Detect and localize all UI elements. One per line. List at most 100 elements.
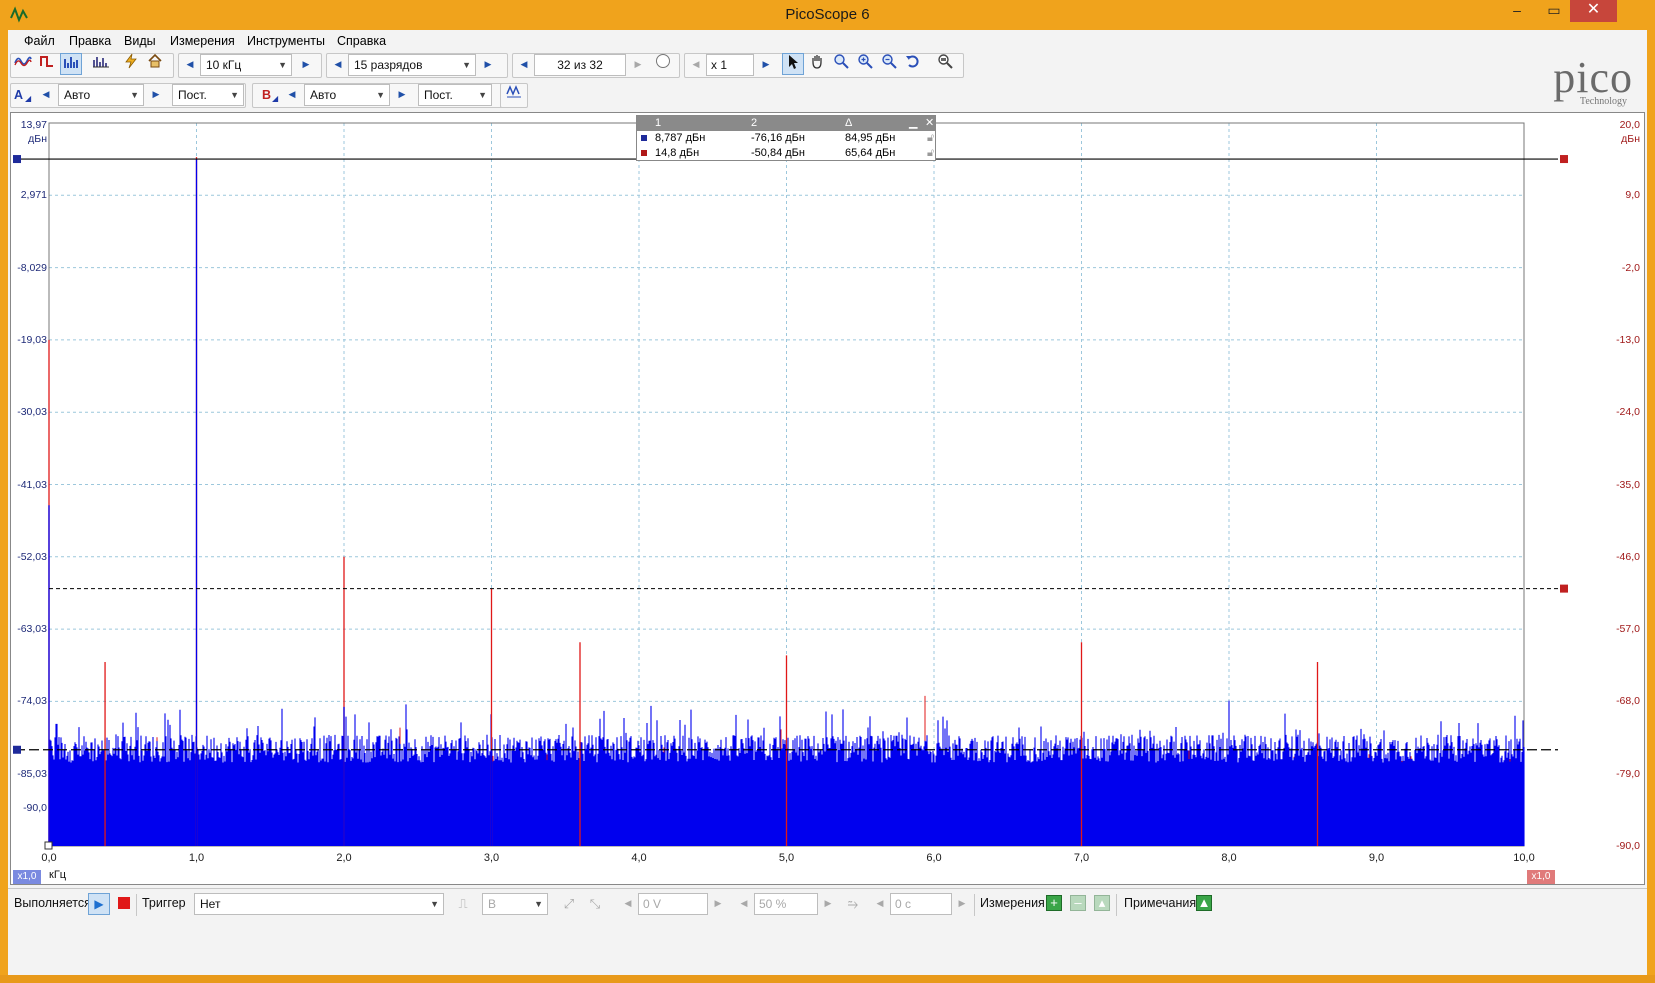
menu-tools[interactable]: Инструменты [247, 34, 325, 48]
left-axis-tick-label: -90,0 [23, 802, 47, 814]
right-axis-tick-label: -46,0 [1616, 550, 1640, 563]
delay-prev-button[interactable]: ◀ [872, 893, 888, 913]
ruler-2-value-a: -76,16 дБн [751, 132, 805, 144]
close-window-button[interactable]: ✕ [1570, 0, 1617, 22]
trigger-level-field[interactable]: 0 V [638, 893, 708, 915]
logo-subtitle: Technology [1579, 96, 1627, 107]
zoom-out-icon[interactable] [878, 53, 900, 75]
channel-a-scale-tag[interactable]: x1,0 [13, 870, 41, 884]
spectrum-view-icon[interactable] [90, 53, 112, 75]
pretrigger-next-button[interactable]: ▶ [820, 893, 836, 913]
channel-b-options-icon[interactable]: ◢ [272, 94, 278, 103]
left-axis-tick-label: -63,03 [17, 623, 47, 636]
freq-range-select[interactable]: 10 кГц ▼ [200, 54, 292, 76]
ruler-legend[interactable]: 1 2 Δ ▁ ✕ 8,787 дБн -76,16 дБн 84,95 дБн… [636, 115, 936, 161]
chevron-down-icon: ▼ [130, 90, 139, 100]
resolution-next-button[interactable]: ▶ [480, 54, 496, 74]
channel-b-range-prev[interactable]: ◀ [284, 84, 300, 104]
zoom-factor-field[interactable]: x 1 [706, 54, 754, 76]
persistence-mode-icon[interactable] [36, 53, 58, 75]
hand-tool-icon[interactable] [806, 53, 828, 75]
buffer-index-field[interactable]: 32 из 32 [534, 54, 626, 76]
channel-b-label[interactable]: B [262, 88, 271, 102]
freq-range-next-button[interactable]: ▶ [298, 54, 314, 74]
trigger-delay-field[interactable]: 0 с [890, 893, 952, 915]
zoom-prev-button[interactable]: ◀ [688, 54, 704, 74]
window-title: PicoScope 6 [785, 6, 870, 23]
channel-a-options-icon[interactable]: ◢ [25, 94, 31, 103]
freq-range-prev-button[interactable]: ◀ [182, 54, 198, 74]
pretrigger-field[interactable]: 50 % [754, 893, 818, 915]
add-measurement-icon[interactable]: + [1046, 895, 1062, 911]
menu-views[interactable]: Виды [124, 34, 156, 48]
resolution-prev-button[interactable]: ◀ [330, 54, 346, 74]
buffer-navigator-icon[interactable] [652, 53, 674, 75]
pointer-tool-icon[interactable] [782, 53, 804, 75]
notes-label: Примечания [1124, 896, 1197, 910]
channel-a-range-prev[interactable]: ◀ [38, 84, 54, 104]
rising-edge-icon[interactable]: ⤢ [558, 893, 580, 915]
channel-a-range-value: Авто [64, 88, 91, 102]
channel-a-range-select[interactable]: Авто ▼ [58, 84, 144, 106]
zoom-region-icon[interactable] [830, 53, 852, 75]
ruler-handle-right-2 [1560, 584, 1568, 593]
channel-b-range-next[interactable]: ▶ [394, 84, 410, 104]
maximize-button[interactable]: ▭ [1538, 0, 1570, 22]
trigger-source-select[interactable]: B ▼ [482, 893, 548, 915]
signal-generator-icon[interactable] [503, 83, 525, 105]
right-axis-unit: дБн [1621, 133, 1640, 145]
minimize-button[interactable]: – [1501, 0, 1533, 22]
close-legend-icon[interactable]: ✕ [921, 116, 934, 131]
level-next-button[interactable]: ▶ [710, 893, 726, 913]
right-axis-tick-label: -57,0 [1616, 623, 1640, 636]
lock-icon[interactable]: 🔓︎ [923, 146, 934, 161]
channel-a-coupling-select[interactable]: Пост. ▼ [172, 84, 244, 106]
delay-next-button[interactable]: ▶ [954, 893, 970, 913]
lock-icon[interactable]: 🔓︎ [923, 131, 934, 146]
channel-a-label[interactable]: A [14, 88, 23, 102]
spectrum-view[interactable]: 13,97 2,971 -8,029 -19,03 -30,03 -41,03 -52,03… [10, 112, 1645, 885]
menu-measurements[interactable]: Измерения [170, 34, 235, 48]
falling-edge-icon[interactable]: ⤡ [584, 893, 606, 915]
left-axis-tick-label: -8,029 [17, 261, 47, 274]
channel-b-scale-tag[interactable]: x1,0 [1527, 870, 1555, 884]
left-axis-tick-label: 13,97 [20, 119, 47, 131]
channel-b-swatch [641, 150, 647, 156]
menu-edit[interactable]: Правка [69, 34, 111, 48]
auto-setup-icon[interactable] [120, 53, 142, 75]
chevron-down-icon: ▼ [462, 60, 471, 70]
scope-mode-icon[interactable] [12, 53, 34, 75]
pretrigger-prev-button[interactable]: ◀ [736, 893, 752, 913]
notes-toggle-icon[interactable]: ▲ [1196, 895, 1212, 911]
menu-help[interactable]: Справка [337, 34, 386, 48]
channel-b-range-select[interactable]: Авто ▼ [304, 84, 390, 106]
ruler-legend-header[interactable]: 1 2 Δ ▁ ✕ [637, 116, 935, 131]
delete-measurement-icon[interactable]: ▴ [1094, 895, 1110, 911]
minimize-legend-icon[interactable]: ▁ [905, 116, 917, 131]
channel-a-range-next[interactable]: ▶ [148, 84, 164, 104]
home-icon[interactable] [144, 53, 166, 75]
x-origin-handle [44, 841, 53, 850]
buffer-next-button[interactable]: ▶ [630, 54, 646, 74]
post-trigger-delay-icon[interactable]: ⥲ [842, 893, 864, 915]
left-axis-tick-label: -41,03 [17, 478, 47, 491]
level-prev-button[interactable]: ◀ [620, 893, 636, 913]
channel-b-coupling-select[interactable]: Пост. ▼ [418, 84, 492, 106]
stop-button[interactable] [118, 897, 130, 909]
divider [1116, 894, 1117, 916]
edit-measurement-icon[interactable]: – [1070, 895, 1086, 911]
buffer-prev-button[interactable]: ◀ [516, 54, 532, 74]
start-button[interactable]: ▶ [88, 893, 110, 915]
spectrum-chart[interactable] [11, 113, 1644, 884]
zoom-in-icon[interactable] [854, 53, 876, 75]
spectrum-mode-icon[interactable] [60, 53, 82, 75]
zoom-next-button[interactable]: ▶ [758, 54, 774, 74]
zoom-overview-icon[interactable] [934, 53, 956, 75]
left-axis-tick-label: 2,971 [20, 189, 47, 202]
advanced-trigger-icon[interactable]: ⎍ [452, 893, 474, 915]
menu-file[interactable]: Файл [24, 34, 55, 48]
trigger-mode-select[interactable]: Нет ▼ [194, 893, 444, 915]
undo-zoom-icon[interactable] [902, 53, 924, 75]
divider [974, 894, 975, 916]
resolution-select[interactable]: 15 разрядов ▼ [348, 54, 476, 76]
